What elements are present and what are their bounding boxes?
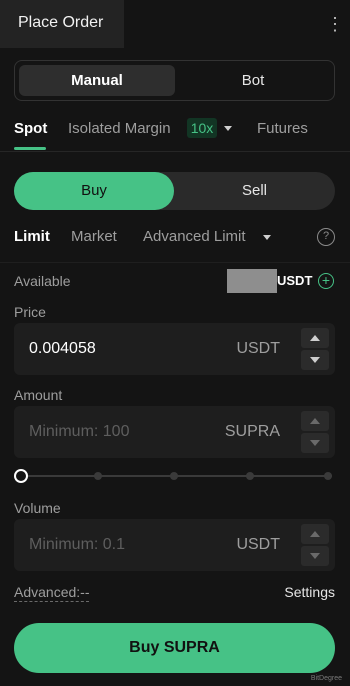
tab-advanced-limit[interactable]: Advanced Limit: [143, 228, 246, 245]
divider: [0, 262, 350, 263]
available-balance-redacted: [227, 269, 277, 293]
slider-thumb[interactable]: [14, 469, 28, 483]
tab-market[interactable]: Market: [71, 228, 117, 245]
caret-down-icon: [310, 357, 320, 363]
bot-mode-button[interactable]: Bot: [175, 65, 331, 96]
help-icon[interactable]: ?: [317, 228, 335, 246]
mode-toggle: Manual Bot: [14, 60, 335, 101]
available-unit: USDT: [277, 273, 313, 288]
price-decrement-button[interactable]: [301, 350, 329, 370]
slider-mark-75[interactable]: [246, 472, 254, 480]
slider-mark-50[interactable]: [170, 472, 178, 480]
price-field[interactable]: 0.004058 USDT: [14, 323, 335, 375]
tab-futures[interactable]: Futures: [257, 120, 308, 137]
price-value[interactable]: 0.004058: [29, 340, 96, 358]
deposit-plus-icon[interactable]: +: [318, 273, 334, 289]
volume-unit: USDT: [236, 536, 280, 553]
slider-mark-100[interactable]: [324, 472, 332, 480]
amount-decrement-button[interactable]: [301, 433, 329, 453]
slider-mark-25[interactable]: [94, 472, 102, 480]
amount-placeholder[interactable]: Minimum: 100: [29, 423, 129, 441]
tab-isolated-margin[interactable]: Isolated Margin: [68, 120, 171, 137]
amount-stepper: [301, 411, 329, 453]
price-increment-button[interactable]: [301, 328, 329, 348]
caret-up-icon: [310, 531, 320, 537]
caret-down-icon: [310, 553, 320, 559]
amount-label: Amount: [14, 387, 63, 403]
buy-side-button[interactable]: Buy: [14, 172, 174, 210]
price-unit: USDT: [236, 340, 280, 357]
price-stepper: [301, 328, 329, 370]
volume-placeholder[interactable]: Minimum: 0.1: [29, 536, 125, 554]
page-title: Place Order: [18, 14, 104, 31]
order-type-tabs: Limit Market Advanced Limit: [0, 226, 350, 250]
title-tab[interactable]: Place Order: [0, 0, 124, 48]
amount-field[interactable]: Minimum: 100 SUPRA: [14, 406, 335, 458]
buy-submit-button[interactable]: Buy SUPRA: [14, 623, 335, 673]
amount-slider[interactable]: [14, 466, 335, 486]
amount-increment-button[interactable]: [301, 411, 329, 431]
watermark: BitDegree: [310, 675, 342, 682]
side-toggle: Buy Sell: [14, 172, 335, 210]
price-label: Price: [14, 304, 46, 320]
tab-spot[interactable]: Spot: [14, 120, 47, 137]
volume-decrement-button[interactable]: [301, 546, 329, 566]
volume-stepper: [301, 524, 329, 566]
top-bar: Place Order ⋮: [0, 0, 350, 48]
volume-increment-button[interactable]: [301, 524, 329, 544]
manual-mode-button[interactable]: Manual: [19, 65, 175, 96]
sell-side-button[interactable]: Sell: [174, 172, 335, 210]
caret-up-icon: [310, 335, 320, 341]
chevron-down-icon[interactable]: [263, 235, 271, 240]
amount-unit: SUPRA: [224, 423, 280, 440]
volume-label: Volume: [14, 500, 61, 516]
available-label: Available: [14, 273, 71, 289]
advanced-options-link[interactable]: Advanced:--: [14, 584, 90, 602]
leverage-badge[interactable]: 10x: [187, 118, 217, 138]
caret-down-icon: [310, 440, 320, 446]
volume-field[interactable]: Minimum: 0.1 USDT: [14, 519, 335, 571]
kebab-icon[interactable]: ⋮: [326, 13, 344, 35]
chevron-down-icon[interactable]: [224, 126, 232, 131]
tab-limit[interactable]: Limit: [14, 228, 50, 245]
market-tabs: Spot Isolated Margin Futures: [0, 112, 350, 152]
settings-link[interactable]: Settings: [284, 584, 335, 600]
active-tab-indicator: [14, 147, 46, 150]
caret-up-icon: [310, 418, 320, 424]
